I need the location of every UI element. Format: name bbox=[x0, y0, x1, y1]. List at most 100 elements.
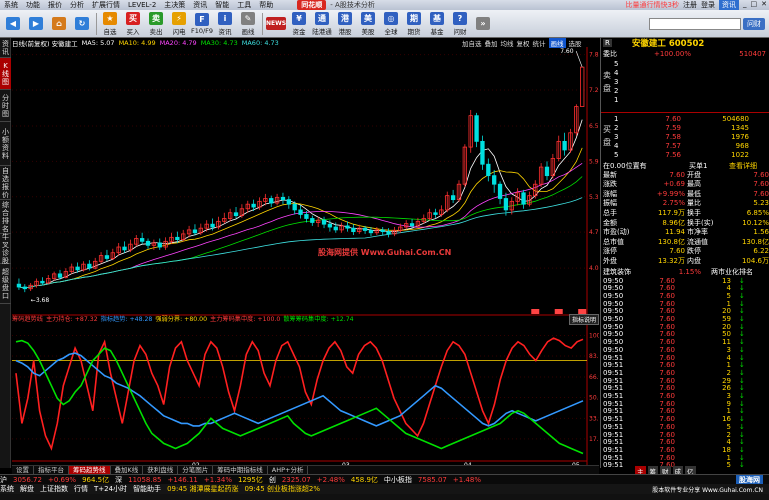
search-button[interactable]: 问财 bbox=[743, 17, 765, 30]
tab-2[interactable]: 筹码趋势线 bbox=[69, 466, 111, 474]
kline-chart[interactable]: 7.82 7.20 6.57 5.95 5.33 4.71 4.08 7.60 ←3.68 100… bbox=[12, 47, 599, 465]
index-ticker-item: 7585.07 bbox=[417, 475, 447, 484]
sidebar-item-2[interactable]: 分时图 bbox=[0, 90, 11, 122]
tab-1[interactable]: 指标平台 bbox=[34, 466, 69, 474]
candle-body bbox=[87, 263, 92, 269]
news-ticker-item[interactable]: T+24小时 bbox=[94, 484, 127, 494]
sidebar-item-3[interactable]: 小额资料 bbox=[0, 122, 11, 166]
news-ticker-item[interactable]: 上证指数 bbox=[40, 484, 68, 494]
sidebar-item-7[interactable]: 超级盘口 bbox=[0, 264, 11, 304]
register-link[interactable]: 注册 bbox=[683, 0, 697, 10]
toolbar-button-forward[interactable]: ▶ bbox=[25, 11, 47, 37]
stat-value: +9.99% bbox=[656, 189, 685, 198]
stat-value: 2.75% bbox=[662, 199, 685, 208]
menu-item-ext-quote[interactable]: 扩展行情 bbox=[88, 0, 124, 10]
tab-0[interactable]: 设置 bbox=[12, 466, 34, 474]
news-ticker-item[interactable]: 09:45 湘潭展星起药涨 bbox=[167, 484, 238, 494]
stat-row: 外盘 13.32万 内盘 104.6万 bbox=[601, 256, 769, 265]
minimize-button[interactable]: _ bbox=[743, 0, 747, 10]
maximize-button[interactable]: □ bbox=[751, 0, 758, 10]
toolbar-button-hkstock[interactable]: 港港股 bbox=[334, 11, 356, 37]
sector-change: 1.15% bbox=[678, 267, 701, 276]
tab-5[interactable]: 分笔图片 bbox=[178, 466, 214, 474]
indicator-help-button[interactable]: 指标说明 bbox=[568, 314, 599, 325]
buy-level: 3 bbox=[614, 132, 619, 141]
toolbar-button-star[interactable]: ★ 自选 bbox=[99, 11, 121, 37]
ind-main-concentration: 主力筹码集中度: +100.0 bbox=[210, 315, 281, 323]
candle bbox=[145, 238, 151, 249]
login-link[interactable]: 登录 bbox=[701, 0, 715, 10]
toolbar-button-buy[interactable]: 买买入 bbox=[122, 11, 144, 37]
sidebar-item-char: K bbox=[3, 61, 8, 70]
sidebar-item-1[interactable]: K线图 bbox=[0, 58, 11, 90]
sidebar-item-6[interactable]: 牛叉诊股 bbox=[0, 233, 11, 265]
price-tick-label: 4.71 bbox=[589, 229, 599, 236]
toolbar-button-back[interactable]: ◀ bbox=[2, 11, 24, 37]
tab-3[interactable]: 叠加K线 bbox=[111, 466, 144, 474]
candle bbox=[503, 192, 509, 216]
menu-item-help[interactable]: 帮助 bbox=[255, 0, 277, 10]
sidebar-item-5[interactable]: 综合排名 bbox=[0, 200, 11, 234]
index-ticker-item: 3056.72 bbox=[13, 475, 42, 484]
buy-row: 3 7.58 1976 bbox=[601, 132, 769, 141]
menu-item-analysis[interactable]: 分析 bbox=[66, 0, 88, 10]
menu-item-smart[interactable]: 智能 bbox=[211, 0, 233, 10]
index-ticker-item: 深 bbox=[115, 475, 123, 484]
search-input[interactable] bbox=[649, 17, 741, 30]
toolbar-button-more[interactable]: » bbox=[472, 11, 494, 37]
toolbar-button-ask[interactable]: ? 问财 bbox=[449, 11, 471, 37]
news-ticker-item[interactable]: 系统 bbox=[0, 484, 14, 494]
stat-row: 总市值 130.8亿 流通值 130.8亿 bbox=[601, 237, 769, 246]
buy-volume: 1976 bbox=[731, 132, 749, 141]
candle bbox=[480, 135, 485, 170]
menu-item-quote[interactable]: 报价 bbox=[44, 0, 66, 10]
menu-item-decision[interactable]: 主决策 bbox=[160, 0, 189, 10]
toolbar-button-fund[interactable]: ¥ 资金 bbox=[288, 11, 310, 37]
toolbar-button-usstock[interactable]: 美美股 bbox=[357, 11, 379, 37]
candle bbox=[433, 208, 438, 218]
toolbar-button-news[interactable]: NEWS bbox=[265, 11, 287, 37]
news-ticker-item[interactable]: 智能助手 bbox=[133, 484, 161, 494]
news-ticker-item[interactable]: 解盘 bbox=[20, 484, 34, 494]
toolbar-button-sell[interactable]: 卖卖出 bbox=[145, 11, 167, 37]
tab-7[interactable]: AHP+分析 bbox=[268, 466, 309, 474]
candle bbox=[122, 241, 127, 253]
tab-6[interactable]: 筹码中期指标线 bbox=[213, 466, 268, 474]
candle bbox=[128, 239, 133, 253]
sidebar-item-4[interactable]: 自选报价 bbox=[0, 166, 11, 200]
candle-body bbox=[580, 66, 585, 107]
toolbar-button-draw[interactable]: ✎ 画线 bbox=[237, 11, 259, 37]
toolbar-button-refresh[interactable]: ↻ bbox=[71, 11, 93, 37]
f10-icon: F bbox=[195, 12, 209, 26]
toolbar-button-lightning[interactable]: ⚡ 闪电 bbox=[168, 11, 190, 37]
toolbar-button-label: 买入 bbox=[126, 27, 140, 36]
toolbar-button-global[interactable]: ◎ 全球 bbox=[380, 11, 402, 37]
toolbar-button-info[interactable]: i 资讯 bbox=[214, 11, 236, 37]
news-link[interactable]: 资讯 bbox=[719, 0, 739, 10]
menu-item-level2[interactable]: LEVEL-2 bbox=[124, 1, 160, 9]
fast-quote-link[interactable]: 比量通行情快3秒 bbox=[626, 0, 679, 10]
toolbar-button-futures[interactable]: 期期货 bbox=[403, 11, 425, 37]
toolbar-button-f10[interactable]: F F10/F9 bbox=[191, 11, 213, 37]
candle bbox=[110, 248, 115, 261]
menu-item-tools[interactable]: 工具 bbox=[233, 0, 255, 10]
news-ticker-item[interactable]: 行情 bbox=[74, 484, 88, 494]
toolbar-button-home[interactable]: ⌂ bbox=[48, 11, 70, 37]
stat-label: 外盘 bbox=[603, 256, 617, 265]
menu-item-news[interactable]: 资讯 bbox=[189, 0, 211, 10]
candle bbox=[310, 215, 315, 226]
news-ticker-item[interactable]: 09:45 创业板指涨超2% bbox=[244, 484, 320, 494]
tab-4[interactable]: 获利盘线 bbox=[143, 466, 179, 474]
sidebar-item-char: 线 bbox=[2, 69, 9, 78]
candle-body bbox=[75, 266, 80, 271]
sidebar-item-0[interactable]: 资讯 bbox=[0, 38, 11, 58]
toolbar-button-label: 自选 bbox=[103, 27, 117, 36]
buy-price: 7.58 bbox=[665, 132, 681, 141]
menu-item-function[interactable]: 功能 bbox=[22, 0, 44, 10]
toolbar-button-fund2[interactable]: 基基金 bbox=[426, 11, 448, 37]
menu-item-system[interactable]: 系统 bbox=[0, 0, 22, 10]
stat-row: 振幅 2.75% 量比 5.23 bbox=[601, 199, 769, 208]
close-button[interactable]: ✕ bbox=[761, 0, 767, 10]
sell-row: 2 bbox=[601, 86, 769, 95]
toolbar-button-hk[interactable]: 通陆港通 bbox=[311, 11, 333, 37]
